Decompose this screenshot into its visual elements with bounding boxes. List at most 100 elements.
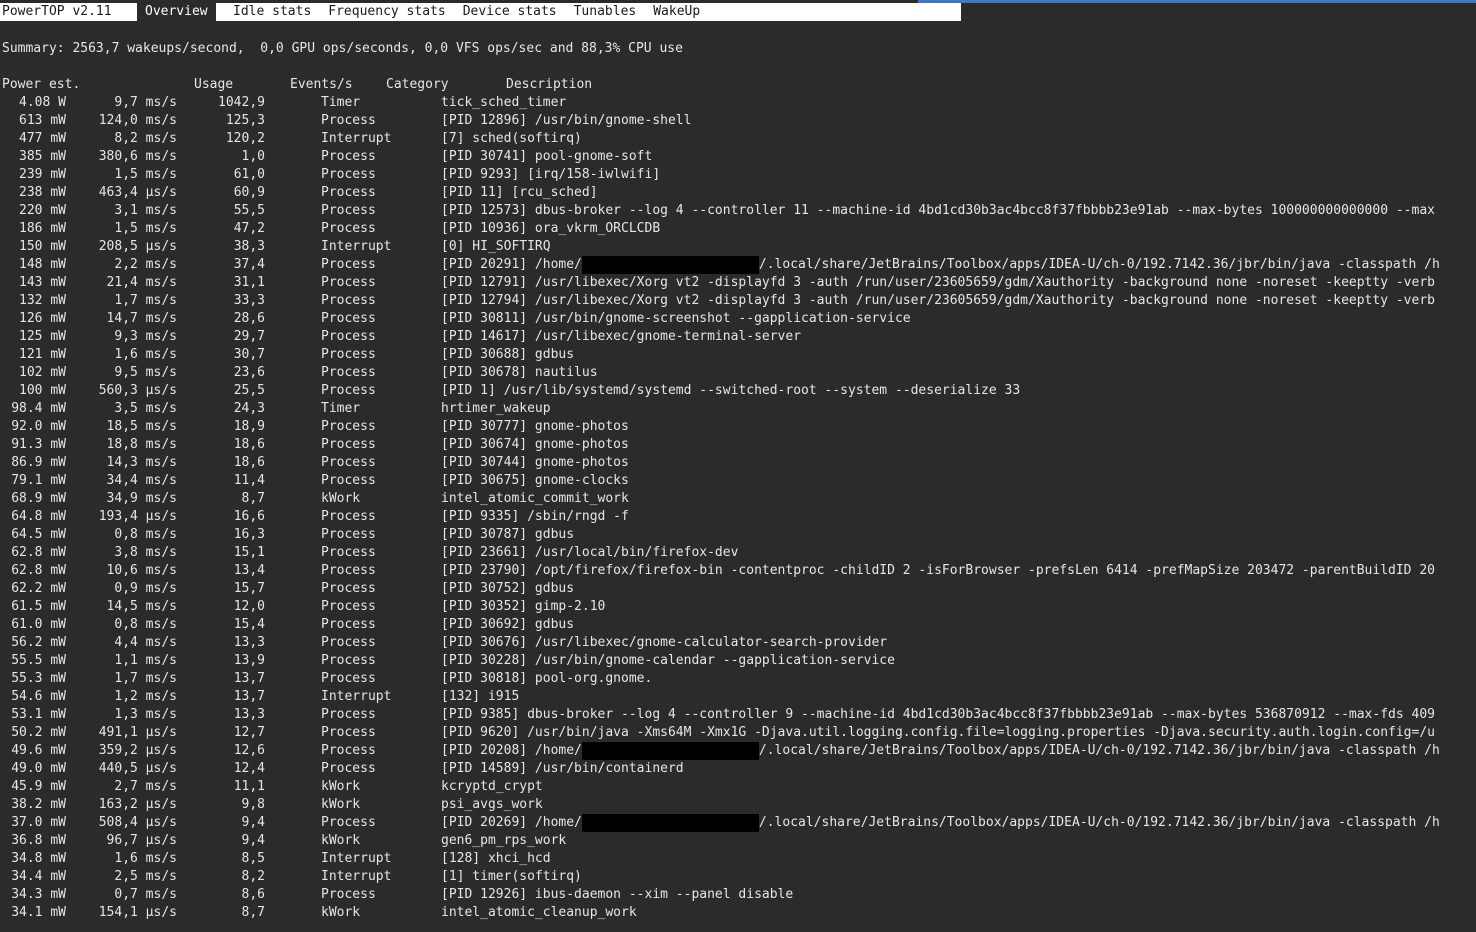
- description-text: [132] i915: [441, 689, 520, 704]
- table-row[interactable]: 50.2 mW 491,1 µs/s 12,7 Process [PID 9620] /…: [0, 724, 1476, 742]
- summary-line: Summary: 2563,7 wakeups/second, 0,0 GPU …: [2, 41, 683, 56]
- usage-cell: 1,5 ms/s: [114, 167, 177, 182]
- category-cell: Process: [321, 275, 376, 290]
- description-text: [PID 9293] [irq/158-iwlwifi]: [441, 167, 661, 182]
- table-row[interactable]: 121 mW 1,6 ms/s 30,7 Process [PID 30688] gdb…: [0, 346, 1476, 364]
- description-text: [PID 20291] /home/: [441, 257, 582, 272]
- table-row[interactable]: 34.4 mW 2,5 ms/s 8,2 Interrupt [1] timer(sof…: [0, 868, 1476, 886]
- table-row[interactable]: 385 mW 380,6 ms/s 1,0 Process [PID 30741] po…: [0, 148, 1476, 166]
- description-cell: [PID 9335] /sbin/rngd -f: [441, 508, 1476, 526]
- description-text: kcryptd_crypt: [441, 779, 543, 794]
- category-cell: Process: [321, 257, 376, 272]
- table-row[interactable]: 56.2 mW 4,4 ms/s 13,3 Process [PID 30676] /u…: [0, 634, 1476, 652]
- events-cell: 11,4: [233, 473, 265, 488]
- description-text: [128] xhci_hcd: [441, 851, 551, 866]
- description-text: hrtimer_wakeup: [441, 401, 551, 416]
- table-row[interactable]: 220 mW 3,1 ms/s 55,5 Process [PID 12573] dbu…: [0, 202, 1476, 220]
- redaction-bar: [581, 814, 759, 832]
- description-cell: [PID 12926] ibus-daemon --xim --panel di…: [441, 886, 1476, 904]
- table-row[interactable]: 125 mW 9,3 ms/s 29,7 Process [PID 14617] /us…: [0, 328, 1476, 346]
- table-row[interactable]: 98.4 mW 3,5 ms/s 24,3 Timer hrtimer_wakeup: [0, 400, 1476, 418]
- table-row[interactable]: 92.0 mW 18,5 ms/s 18,9 Process [PID 30777] g…: [0, 418, 1476, 436]
- table-row[interactable]: 79.1 mW 34,4 ms/s 11,4 Process [PID 30675] g…: [0, 472, 1476, 490]
- category-cell: Process: [321, 293, 376, 308]
- table-row[interactable]: 49.6 mW 359,2 µs/s 12,6 Process [PID 20208] …: [0, 742, 1476, 760]
- table-row[interactable]: 102 mW 9,5 ms/s 23,6 Process [PID 30678] nau…: [0, 364, 1476, 382]
- events-cell: 1,0: [241, 149, 265, 164]
- usage-cell: 1,6 ms/s: [114, 851, 177, 866]
- process-table[interactable]: 4.08 W 9,7 ms/s 1042,9 Timer tick_sched_time…: [0, 94, 1476, 922]
- table-row[interactable]: 143 mW 21,4 ms/s 31,1 Process [PID 12791] /u…: [0, 274, 1476, 292]
- tab-device-stats[interactable]: Device stats: [446, 3, 557, 21]
- description-text: [PID 23790] /opt/firefox/firefox-bin -co…: [441, 563, 1435, 578]
- description-cell: [PID 30777] gnome-photos: [441, 418, 1476, 436]
- category-cell: Interrupt: [321, 689, 392, 704]
- tab-wakeup[interactable]: WakeUp: [636, 3, 700, 21]
- table-row[interactable]: 55.3 mW 1,7 ms/s 13,7 Process [PID 30818] po…: [0, 670, 1476, 688]
- table-row[interactable]: 239 mW 1,5 ms/s 61,0 Process [PID 9293] [irq…: [0, 166, 1476, 184]
- description-cell: [PID 11] [rcu_sched]: [441, 184, 1476, 202]
- table-row[interactable]: 34.1 mW 154,1 µs/s 8,7 kWork intel_atomic_cl…: [0, 904, 1476, 922]
- events-cell: 31,1: [233, 275, 265, 290]
- table-row[interactable]: 62.2 mW 0,9 ms/s 15,7 Process [PID 30752] gd…: [0, 580, 1476, 598]
- table-row[interactable]: 61.0 mW 0,8 ms/s 15,4 Process [PID 30692] gd…: [0, 616, 1476, 634]
- table-row[interactable]: 132 mW 1,7 ms/s 33,3 Process [PID 12794] /us…: [0, 292, 1476, 310]
- table-row[interactable]: 477 mW 8,2 ms/s 120,2 Interrupt [7] sched(so…: [0, 130, 1476, 148]
- table-row[interactable]: 238 mW 463,4 µs/s 60,9 Process [PID 11] [rcu…: [0, 184, 1476, 202]
- table-row[interactable]: 49.0 mW 440,5 µs/s 12,4 Process [PID 14589] …: [0, 760, 1476, 778]
- table-row[interactable]: 4.08 W 9,7 ms/s 1042,9 Timer tick_sched_time…: [0, 94, 1476, 112]
- category-cell: Process: [321, 113, 376, 128]
- table-row[interactable]: 91.3 mW 18,8 ms/s 18,6 Process [PID 30674] g…: [0, 436, 1476, 454]
- category-cell: kWork: [321, 833, 361, 848]
- category-cell: Process: [321, 815, 376, 830]
- table-row[interactable]: 86.9 mW 14,3 ms/s 18,6 Process [PID 30744] g…: [0, 454, 1476, 472]
- power-cell: 613 mW: [19, 113, 66, 128]
- table-row[interactable]: 150 mW 208,5 µs/s 38,3 Interrupt [0] HI_SOFT…: [0, 238, 1476, 256]
- table-row[interactable]: 55.5 mW 1,1 ms/s 13,9 Process [PID 30228] /u…: [0, 652, 1476, 670]
- table-row[interactable]: 34.8 mW 1,6 ms/s 8,5 Interrupt [128] xhci_hc…: [0, 850, 1476, 868]
- column-usage: Usage: [194, 77, 234, 92]
- usage-cell: 2,7 ms/s: [114, 779, 177, 794]
- table-row[interactable]: 100 mW 560,3 µs/s 25,5 Process [PID 1] /usr/…: [0, 382, 1476, 400]
- table-row[interactable]: 126 mW 14,7 ms/s 28,6 Process [PID 30811] /u…: [0, 310, 1476, 328]
- events-cell: 8,2: [241, 869, 265, 884]
- description-cell: [PID 12791] /usr/libexec/Xorg vt2 -displ…: [441, 274, 1476, 292]
- category-cell: Timer: [321, 401, 361, 416]
- table-row[interactable]: 62.8 mW 10,6 ms/s 13,4 Process [PID 23790] /…: [0, 562, 1476, 580]
- table-row[interactable]: 62.8 mW 3,8 ms/s 15,1 Process [PID 23661] /u…: [0, 544, 1476, 562]
- power-cell: 220 mW: [19, 203, 66, 218]
- column-power: Power est.: [2, 77, 81, 92]
- description-cell: [7] sched(softirq): [441, 130, 1476, 148]
- table-row[interactable]: 613 mW 124,0 ms/s 125,3 Process [PID 12896] …: [0, 112, 1476, 130]
- description-text: [PID 30741] pool-gnome-soft: [441, 149, 653, 164]
- table-row[interactable]: 54.6 mW 1,2 ms/s 13,7 Interrupt [132] i915: [0, 688, 1476, 706]
- category-cell: Process: [321, 365, 376, 380]
- tab-frequency-stats[interactable]: Frequency stats: [311, 3, 445, 21]
- table-row[interactable]: 61.5 mW 14,5 ms/s 12,0 Process [PID 30352] g…: [0, 598, 1476, 616]
- category-cell: Process: [321, 581, 376, 596]
- table-row[interactable]: 38.2 mW 163,2 µs/s 9,8 kWork psi_avgs_work: [0, 796, 1476, 814]
- table-row[interactable]: 68.9 mW 34,9 ms/s 8,7 kWork intel_atomic_com…: [0, 490, 1476, 508]
- power-cell: 53.1 mW: [11, 707, 66, 722]
- tab-tunables[interactable]: Tunables: [557, 3, 637, 21]
- table-row[interactable]: 34.3 mW 0,7 ms/s 8,6 Process [PID 12926] ibu…: [0, 886, 1476, 904]
- description-text: [PID 30228] /usr/bin/gnome-calendar --ga…: [441, 653, 895, 668]
- events-cell: 55,5: [233, 203, 265, 218]
- usage-cell: 1,2 ms/s: [114, 689, 177, 704]
- table-row[interactable]: 64.5 mW 0,8 ms/s 16,3 Process [PID 30787] gd…: [0, 526, 1476, 544]
- tab-overview[interactable]: Overview: [137, 3, 216, 21]
- usage-cell: 208,5 µs/s: [98, 239, 177, 254]
- table-row[interactable]: 45.9 mW 2,7 ms/s 11,1 kWork kcryptd_crypt: [0, 778, 1476, 796]
- power-cell: 92.0 mW: [11, 419, 66, 434]
- usage-cell: 18,8 ms/s: [106, 437, 177, 452]
- table-row[interactable]: 148 mW 2,2 ms/s 37,4 Process [PID 20291] /ho…: [0, 256, 1476, 274]
- tab-idle-stats[interactable]: Idle stats: [216, 3, 311, 21]
- description-text: [PID 9385] dbus-broker --log 4 --control…: [441, 707, 1435, 722]
- table-row[interactable]: 36.8 mW 96,7 µs/s 9,4 kWork gen6_pm_rps_work: [0, 832, 1476, 850]
- table-row[interactable]: 37.0 mW 508,4 µs/s 9,4 Process [PID 20269] /…: [0, 814, 1476, 832]
- table-row[interactable]: 186 mW 1,5 ms/s 47,2 Process [PID 10936] ora…: [0, 220, 1476, 238]
- table-row[interactable]: 53.1 mW 1,3 ms/s 13,3 Process [PID 9385] dbu…: [0, 706, 1476, 724]
- usage-cell: 14,7 ms/s: [106, 311, 177, 326]
- table-row[interactable]: 64.8 mW 193,4 µs/s 16,6 Process [PID 9335] /…: [0, 508, 1476, 526]
- usage-cell: 96,7 µs/s: [106, 833, 177, 848]
